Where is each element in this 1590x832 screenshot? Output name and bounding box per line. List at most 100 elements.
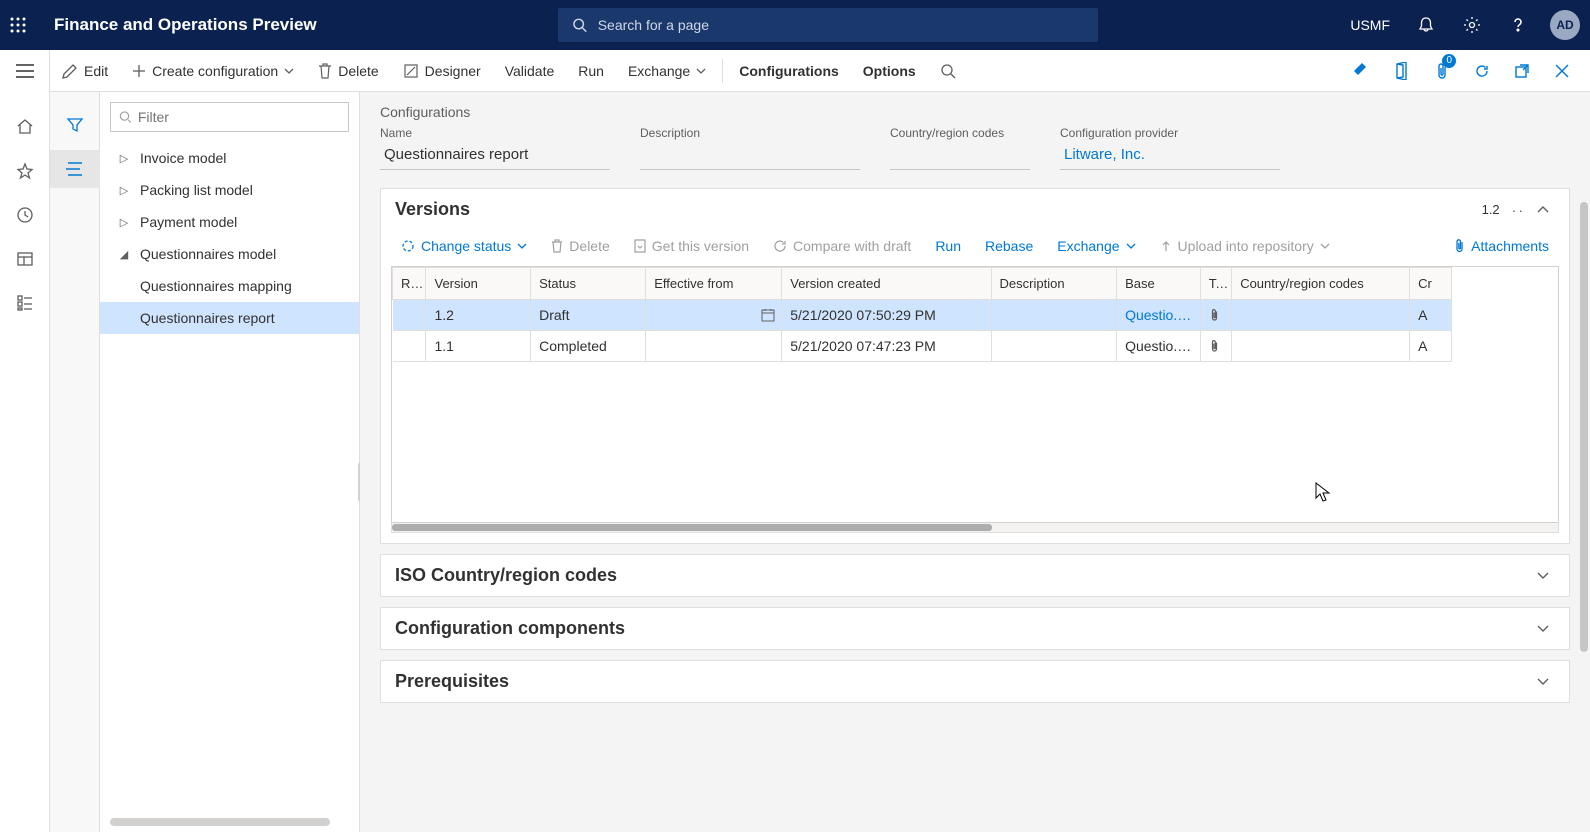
company-picker[interactable]: USMF xyxy=(1340,17,1400,33)
col-version-created[interactable]: Version created xyxy=(782,268,991,300)
content-scroll-thumb[interactable] xyxy=(1580,202,1588,652)
close-icon[interactable] xyxy=(1544,50,1580,92)
list-lines-icon[interactable] xyxy=(50,150,100,188)
edit-button[interactable]: Edit xyxy=(50,50,120,92)
search-icon xyxy=(572,17,587,33)
versions-panel-header[interactable]: Versions 1.2 ·· xyxy=(381,189,1569,230)
modules-icon[interactable] xyxy=(0,284,50,322)
table-row[interactable]: 1.2Draft5/21/2020 07:50:29 PMQuestio... … xyxy=(393,300,1452,331)
cell-effective-from[interactable] xyxy=(646,300,782,331)
prerequisites-header[interactable]: Prerequisites xyxy=(381,661,1569,702)
refresh-icon[interactable] xyxy=(1464,50,1500,92)
app-launcher-icon[interactable] xyxy=(10,17,50,33)
exchange-button[interactable]: Exchange xyxy=(616,50,718,92)
version-run-button[interactable]: Run xyxy=(925,234,971,258)
attachments-button[interactable]: Attachments xyxy=(1443,234,1559,258)
col-target[interactable]: T... xyxy=(1200,268,1231,300)
global-search-input[interactable] xyxy=(598,17,1085,33)
provider-label: Configuration provider xyxy=(1060,126,1280,140)
tree-item[interactable]: ▷Invoice model xyxy=(100,142,359,174)
tree-item[interactable]: Questionnaires mapping xyxy=(100,270,359,302)
create-configuration-button[interactable]: Create configuration xyxy=(120,50,306,92)
calendar-icon[interactable] xyxy=(761,308,775,322)
config-components-header[interactable]: Configuration components xyxy=(381,608,1569,649)
col-description[interactable]: Description xyxy=(991,268,1117,300)
recent-icon[interactable] xyxy=(0,196,50,234)
change-status-button[interactable]: Change status xyxy=(391,234,537,258)
chevron-down-icon[interactable] xyxy=(1537,625,1555,633)
col-revision[interactable]: R... xyxy=(393,268,426,300)
tree-item-label: Payment model xyxy=(140,214,237,230)
col-status[interactable]: Status xyxy=(531,268,646,300)
col-base[interactable]: Base xyxy=(1117,268,1201,300)
user-avatar[interactable]: AD xyxy=(1550,10,1580,40)
chevron-up-icon[interactable] xyxy=(1537,206,1555,214)
tree-item[interactable]: ▷ Payment model xyxy=(100,206,359,238)
configurations-tab[interactable]: Configurations xyxy=(727,50,851,92)
tree-filter[interactable] xyxy=(110,102,349,132)
config-tree-pane: ▷Invoice model ▷ Packing list model ▷ Paymen… xyxy=(100,92,360,832)
chevron-right-icon: ▷ xyxy=(116,184,132,197)
iso-codes-header[interactable]: ISO Country/region codes xyxy=(381,555,1569,596)
cell-attach[interactable] xyxy=(1200,300,1231,331)
nav-hamburger-icon[interactable] xyxy=(0,50,50,92)
versions-toolbar: Change status Delete Get this version Co… xyxy=(381,230,1569,266)
config-components-title: Configuration components xyxy=(395,618,625,639)
notifications-icon[interactable] xyxy=(1406,0,1446,50)
tree-item-label: Packing list model xyxy=(140,182,253,198)
delete-button[interactable]: Delete xyxy=(306,50,390,92)
tree-item-label: Questionnaires model xyxy=(140,246,276,262)
chevron-right-icon: ▷ xyxy=(116,216,132,229)
tree-item-label: Questionnaires report xyxy=(140,310,275,326)
run-button[interactable]: Run xyxy=(566,50,616,92)
rebase-button[interactable]: Rebase xyxy=(975,234,1043,258)
description-value[interactable] xyxy=(640,144,860,170)
chevron-down-icon[interactable] xyxy=(1537,678,1555,686)
popout-icon[interactable] xyxy=(1504,50,1540,92)
tree-item-label: Invoice model xyxy=(140,150,226,166)
office-icon[interactable] xyxy=(1384,50,1420,92)
cell-attach[interactable] xyxy=(1200,331,1231,362)
tree-item[interactable]: Questionnaires report xyxy=(100,302,359,334)
content-area: Configurations Name Questionnaires repor… xyxy=(360,92,1590,832)
grid-horizontal-scrollbar[interactable] xyxy=(391,523,1559,533)
personalize-icon[interactable] xyxy=(1344,50,1380,92)
favorites-icon[interactable] xyxy=(0,152,50,190)
country-codes-value[interactable] xyxy=(890,144,1030,170)
col-country-codes[interactable]: Country/region codes xyxy=(1232,268,1410,300)
version-exchange-button[interactable]: Exchange xyxy=(1047,234,1145,258)
col-effective-from[interactable]: Effective from xyxy=(646,268,782,300)
col-created-by[interactable]: Cr xyxy=(1410,268,1452,300)
get-this-version-button: Get this version xyxy=(624,234,759,258)
versions-grid[interactable]: R... Version Status Effective from Versi… xyxy=(391,266,1559,523)
help-icon[interactable] xyxy=(1498,0,1538,50)
tree-item[interactable]: ▷ Packing list model xyxy=(100,174,359,206)
designer-button[interactable]: Designer xyxy=(391,50,493,92)
name-label: Name xyxy=(380,126,610,140)
country-codes-label: Country/region codes xyxy=(890,126,1030,140)
attachments-icon[interactable]: 0 xyxy=(1424,50,1460,92)
breadcrumb: Configurations xyxy=(380,104,1570,120)
provider-value[interactable]: Litware, Inc. xyxy=(1060,144,1280,170)
cell-country xyxy=(1232,300,1410,331)
cell-base[interactable]: Questio... 1 xyxy=(1117,331,1201,362)
panel-overflow-icon[interactable]: ·· xyxy=(1512,202,1525,218)
home-icon[interactable] xyxy=(0,108,50,146)
chevron-down-icon[interactable] xyxy=(1537,572,1555,580)
col-version[interactable]: Version xyxy=(426,268,531,300)
settings-icon[interactable] xyxy=(1452,0,1492,50)
search-icon xyxy=(119,110,132,124)
validate-button[interactable]: Validate xyxy=(493,50,567,92)
workspaces-icon[interactable] xyxy=(0,240,50,278)
options-tab[interactable]: Options xyxy=(851,50,928,92)
tree-item[interactable]: ◢Questionnaires model xyxy=(100,238,359,270)
global-search[interactable] xyxy=(558,8,1098,42)
tree-horizontal-scroll[interactable] xyxy=(110,818,330,826)
toolbar-search-button[interactable] xyxy=(928,50,968,92)
tree-filter-input[interactable] xyxy=(138,109,340,125)
table-row[interactable]: 1.1Completed5/21/2020 07:47:23 PMQuestio… xyxy=(393,331,1452,362)
name-value[interactable]: Questionnaires report xyxy=(380,144,610,170)
cell-effective-from[interactable] xyxy=(646,331,782,362)
filter-icon[interactable] xyxy=(50,106,100,144)
cell-base[interactable]: Questio... 1 xyxy=(1117,300,1201,331)
